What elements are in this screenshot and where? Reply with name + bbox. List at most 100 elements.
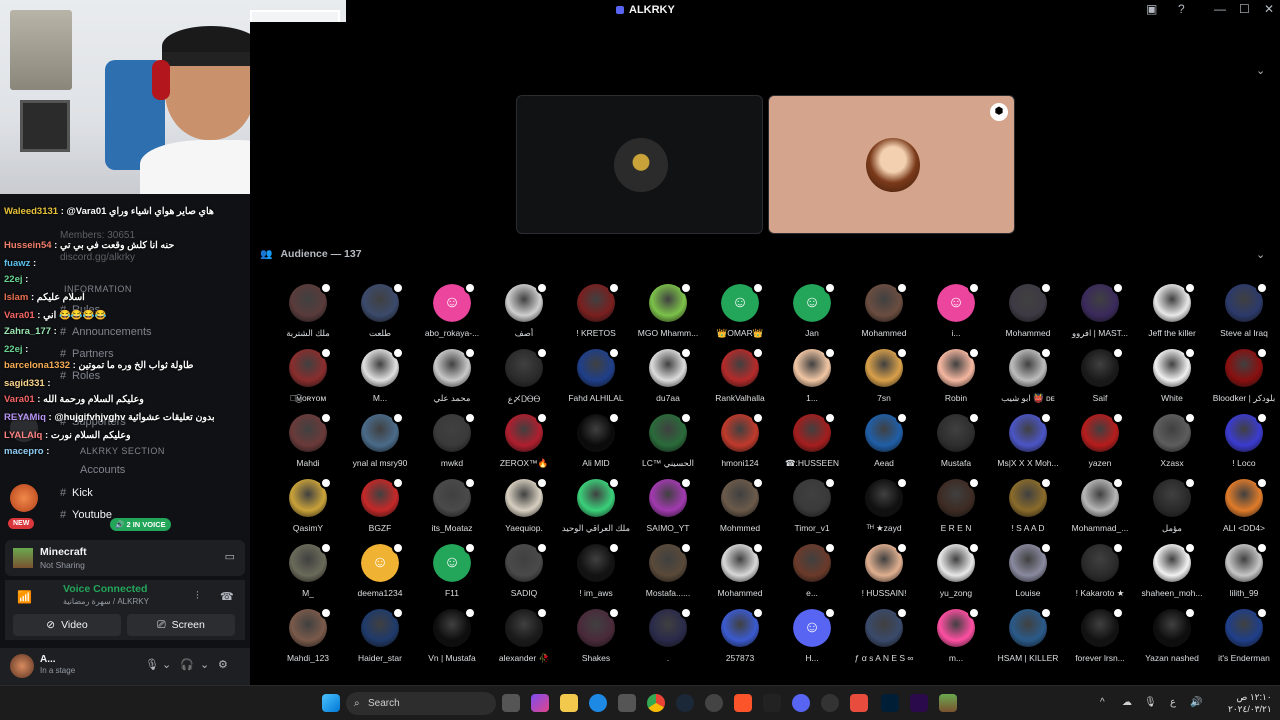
audience-member[interactable]: Shakes	[560, 607, 632, 674]
noise-suppression-icon[interactable]: ⫶	[196, 590, 199, 603]
audience-member[interactable]: ! S A A D	[992, 477, 1064, 544]
chat-username[interactable]: Vara01	[4, 394, 35, 405]
audience-member[interactable]: White	[1136, 347, 1208, 414]
chat-username[interactable]: barcelona1332	[4, 360, 70, 371]
channel-kick[interactable]: # Kick	[60, 487, 93, 499]
chat-username[interactable]: Zahra_177	[4, 326, 51, 337]
audience-member[interactable]: ☺ 👑OMAR👑	[704, 282, 776, 349]
audience-member[interactable]: Jeff the killer	[1136, 282, 1208, 349]
voice-status[interactable]: Voice Connected	[63, 583, 147, 595]
audience-member[interactable]: 257873	[704, 607, 776, 674]
server-icon[interactable]	[10, 484, 38, 512]
audience-member[interactable]: lilith_99	[1208, 542, 1280, 609]
audience-member[interactable]: ☺ Jan	[776, 282, 848, 349]
audience-member[interactable]: forever lrsn...	[1064, 607, 1136, 674]
cloud-icon[interactable]: ☁	[1122, 697, 1132, 708]
headphones-icon[interactable]: 🎧	[180, 658, 194, 671]
audience-member[interactable]: shaheen_moh...	[1136, 542, 1208, 609]
file-explorer-icon[interactable]	[560, 694, 578, 712]
channel-accounts[interactable]: Accounts	[80, 464, 125, 476]
chat-username[interactable]: Hussein54	[4, 240, 52, 251]
audience-member[interactable]: MGO Mhamm...	[632, 282, 704, 349]
mic-icon[interactable]: 🎙	[145, 658, 159, 671]
audience-member[interactable]: hmoni124	[704, 412, 776, 479]
audience-member[interactable]: 1...	[776, 347, 848, 414]
audience-member[interactable]: Mohammed	[992, 282, 1064, 349]
photoshop-icon[interactable]	[881, 694, 899, 712]
speaker-tile[interactable]: ⬢	[768, 95, 1015, 234]
invite-link[interactable]: discord.gg/alkrky	[60, 252, 135, 263]
audience-member[interactable]: Bloodker | بلودكر	[1208, 347, 1280, 414]
audience-member[interactable]: ! Kakaroto ★	[1064, 542, 1136, 609]
audience-member[interactable]: أصف	[488, 282, 560, 349]
app-icon[interactable]	[850, 694, 868, 712]
disconnect-icon[interactable]: ☎	[220, 590, 234, 603]
inbox-icon[interactable]: ▣	[1146, 2, 1157, 16]
audience-member[interactable]: yu_zong	[920, 542, 992, 609]
settings-gear-icon[interactable]: ⚙	[218, 658, 228, 671]
audience-member[interactable]: ᵀᴴ ★zayd	[848, 477, 920, 544]
audience-member[interactable]: Aead	[848, 412, 920, 479]
audience-member[interactable]: Vn | Mustafa	[416, 607, 488, 674]
audience-member[interactable]: ابو شيب 👹 ᴅᴇ	[992, 347, 1064, 414]
chat-username[interactable]: Vara01	[4, 310, 35, 321]
chat-username[interactable]: fuawz	[4, 258, 30, 269]
audience-member[interactable]: Mustafa	[920, 412, 992, 479]
chat-username[interactable]: 22ej	[4, 274, 23, 285]
chat-username[interactable]: sagid331	[4, 378, 45, 389]
store-icon[interactable]	[618, 694, 636, 712]
channel-announcements[interactable]: # Announcements	[60, 326, 152, 338]
audience-member[interactable]: ALI <DD4>	[1208, 477, 1280, 544]
chat-username[interactable]: REYAMiq	[4, 412, 46, 423]
section-alkrky[interactable]: ALKRKY SECTION	[80, 446, 165, 456]
audience-member[interactable]: E R E N	[920, 477, 992, 544]
help-icon[interactable]: ?	[1178, 2, 1185, 16]
chevron-down-icon[interactable]: ⌄	[1256, 64, 1265, 77]
audience-member[interactable]: Mohammed	[848, 282, 920, 349]
audience-member[interactable]: ع〆ᎠᎾᎾ	[488, 347, 560, 414]
chat-username[interactable]: LYALAIq	[4, 430, 42, 441]
audience-member[interactable]: e...	[776, 542, 848, 609]
audience-member[interactable]: Saif	[1064, 347, 1136, 414]
brave-icon[interactable]	[734, 694, 752, 712]
audience-member[interactable]: du7aa	[632, 347, 704, 414]
minimize-button[interactable]: —	[1214, 2, 1226, 16]
screen-button[interactable]: ⎚ Screen	[127, 614, 235, 636]
audience-member[interactable]: ملك العراقي الوحيد	[560, 477, 632, 544]
audience-member[interactable]: افروو | MAST...	[1064, 282, 1136, 349]
audience-member[interactable]: Mostafa......	[632, 542, 704, 609]
activity-panel[interactable]: Minecraft Not Sharing ▭	[5, 540, 245, 576]
audience-member[interactable]: Steve al Iraq	[1208, 282, 1280, 349]
chat-username[interactable]: macepro	[4, 446, 44, 457]
chevron-up-icon[interactable]: ^	[1100, 697, 1105, 708]
windows-start-icon[interactable]	[322, 694, 340, 712]
language-indicator[interactable]: ع	[1170, 697, 1176, 708]
voice-location[interactable]: سهرة رمضانية / ALKRKY	[63, 597, 149, 606]
audience-member[interactable]: Ali MID	[560, 412, 632, 479]
audience-member[interactable]: ☺ deema1234	[344, 542, 416, 609]
audience-member[interactable]: مؤمل	[1136, 477, 1208, 544]
audience-member[interactable]: ☺ H...	[776, 607, 848, 674]
audience-member[interactable]: SADIQ	[488, 542, 560, 609]
audience-member[interactable]: ﾉ͜͡ᴍᴏʀʏᴏᴍ	[272, 347, 344, 414]
discord-icon[interactable]	[792, 694, 810, 712]
chat-username[interactable]: Islam	[4, 292, 28, 303]
audience-member[interactable]: Timor_v1	[776, 477, 848, 544]
obs-icon[interactable]	[821, 694, 839, 712]
audience-member[interactable]: BGZF	[344, 477, 416, 544]
audience-member[interactable]: 7sn	[848, 347, 920, 414]
audience-member[interactable]: it's Enderman	[1208, 607, 1280, 674]
task-view-icon[interactable]	[502, 694, 520, 712]
screen-share-icon[interactable]: ▭	[225, 550, 235, 563]
volume-icon[interactable]: 🔊	[1190, 697, 1202, 708]
audience-member[interactable]: Yaequiop.	[488, 477, 560, 544]
capcut-icon[interactable]	[763, 694, 781, 712]
audience-member[interactable]: SAIMO_YT	[632, 477, 704, 544]
audience-member[interactable]: Haider_star	[344, 607, 416, 674]
edge-icon[interactable]	[589, 694, 607, 712]
chat-username[interactable]: Waleed3131	[4, 206, 58, 217]
audience-member[interactable]: mwkd	[416, 412, 488, 479]
signal-icon[interactable]: 📶	[17, 590, 32, 604]
audience-member[interactable]: ☎:HUSSEEN	[776, 412, 848, 479]
taskbar-search[interactable]: ⌕ Search	[346, 692, 496, 715]
